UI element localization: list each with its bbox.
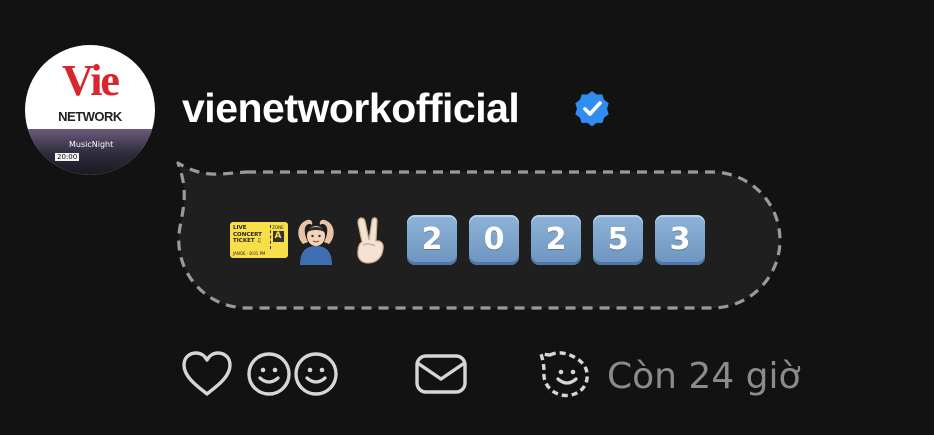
ticket-emoji: LIVE CONCERT TICKET ♫ JANOE · 8:01 PM ZO… [230, 222, 288, 258]
keycap-digit: 2 [531, 215, 581, 265]
smiley-bubble-icon[interactable] [538, 348, 598, 400]
keycap-digit: 3 [655, 215, 705, 265]
note-content: LIVE CONCERT TICKET ♫ JANOE · 8:01 PM ZO… [230, 215, 705, 265]
note-expiry-text: Còn 24 giờ [607, 356, 801, 397]
keycap-digit: 0 [469, 215, 519, 265]
keycap-digit: 2 [407, 215, 457, 265]
victory-hand-emoji [357, 217, 384, 264]
ticket-title: LIVE CONCERT TICKET ♫ [233, 225, 262, 244]
person-gesturing-ok-emoji [298, 219, 334, 265]
keycap-digit: 5 [593, 215, 643, 265]
smiley-faces-icon[interactable] [246, 349, 342, 399]
ticket-zone: ZONE A [270, 225, 285, 249]
heart-icon[interactable] [180, 350, 234, 398]
ticket-footer: JANOE · 8:01 PM [233, 251, 266, 256]
envelope-icon[interactable] [414, 352, 468, 396]
